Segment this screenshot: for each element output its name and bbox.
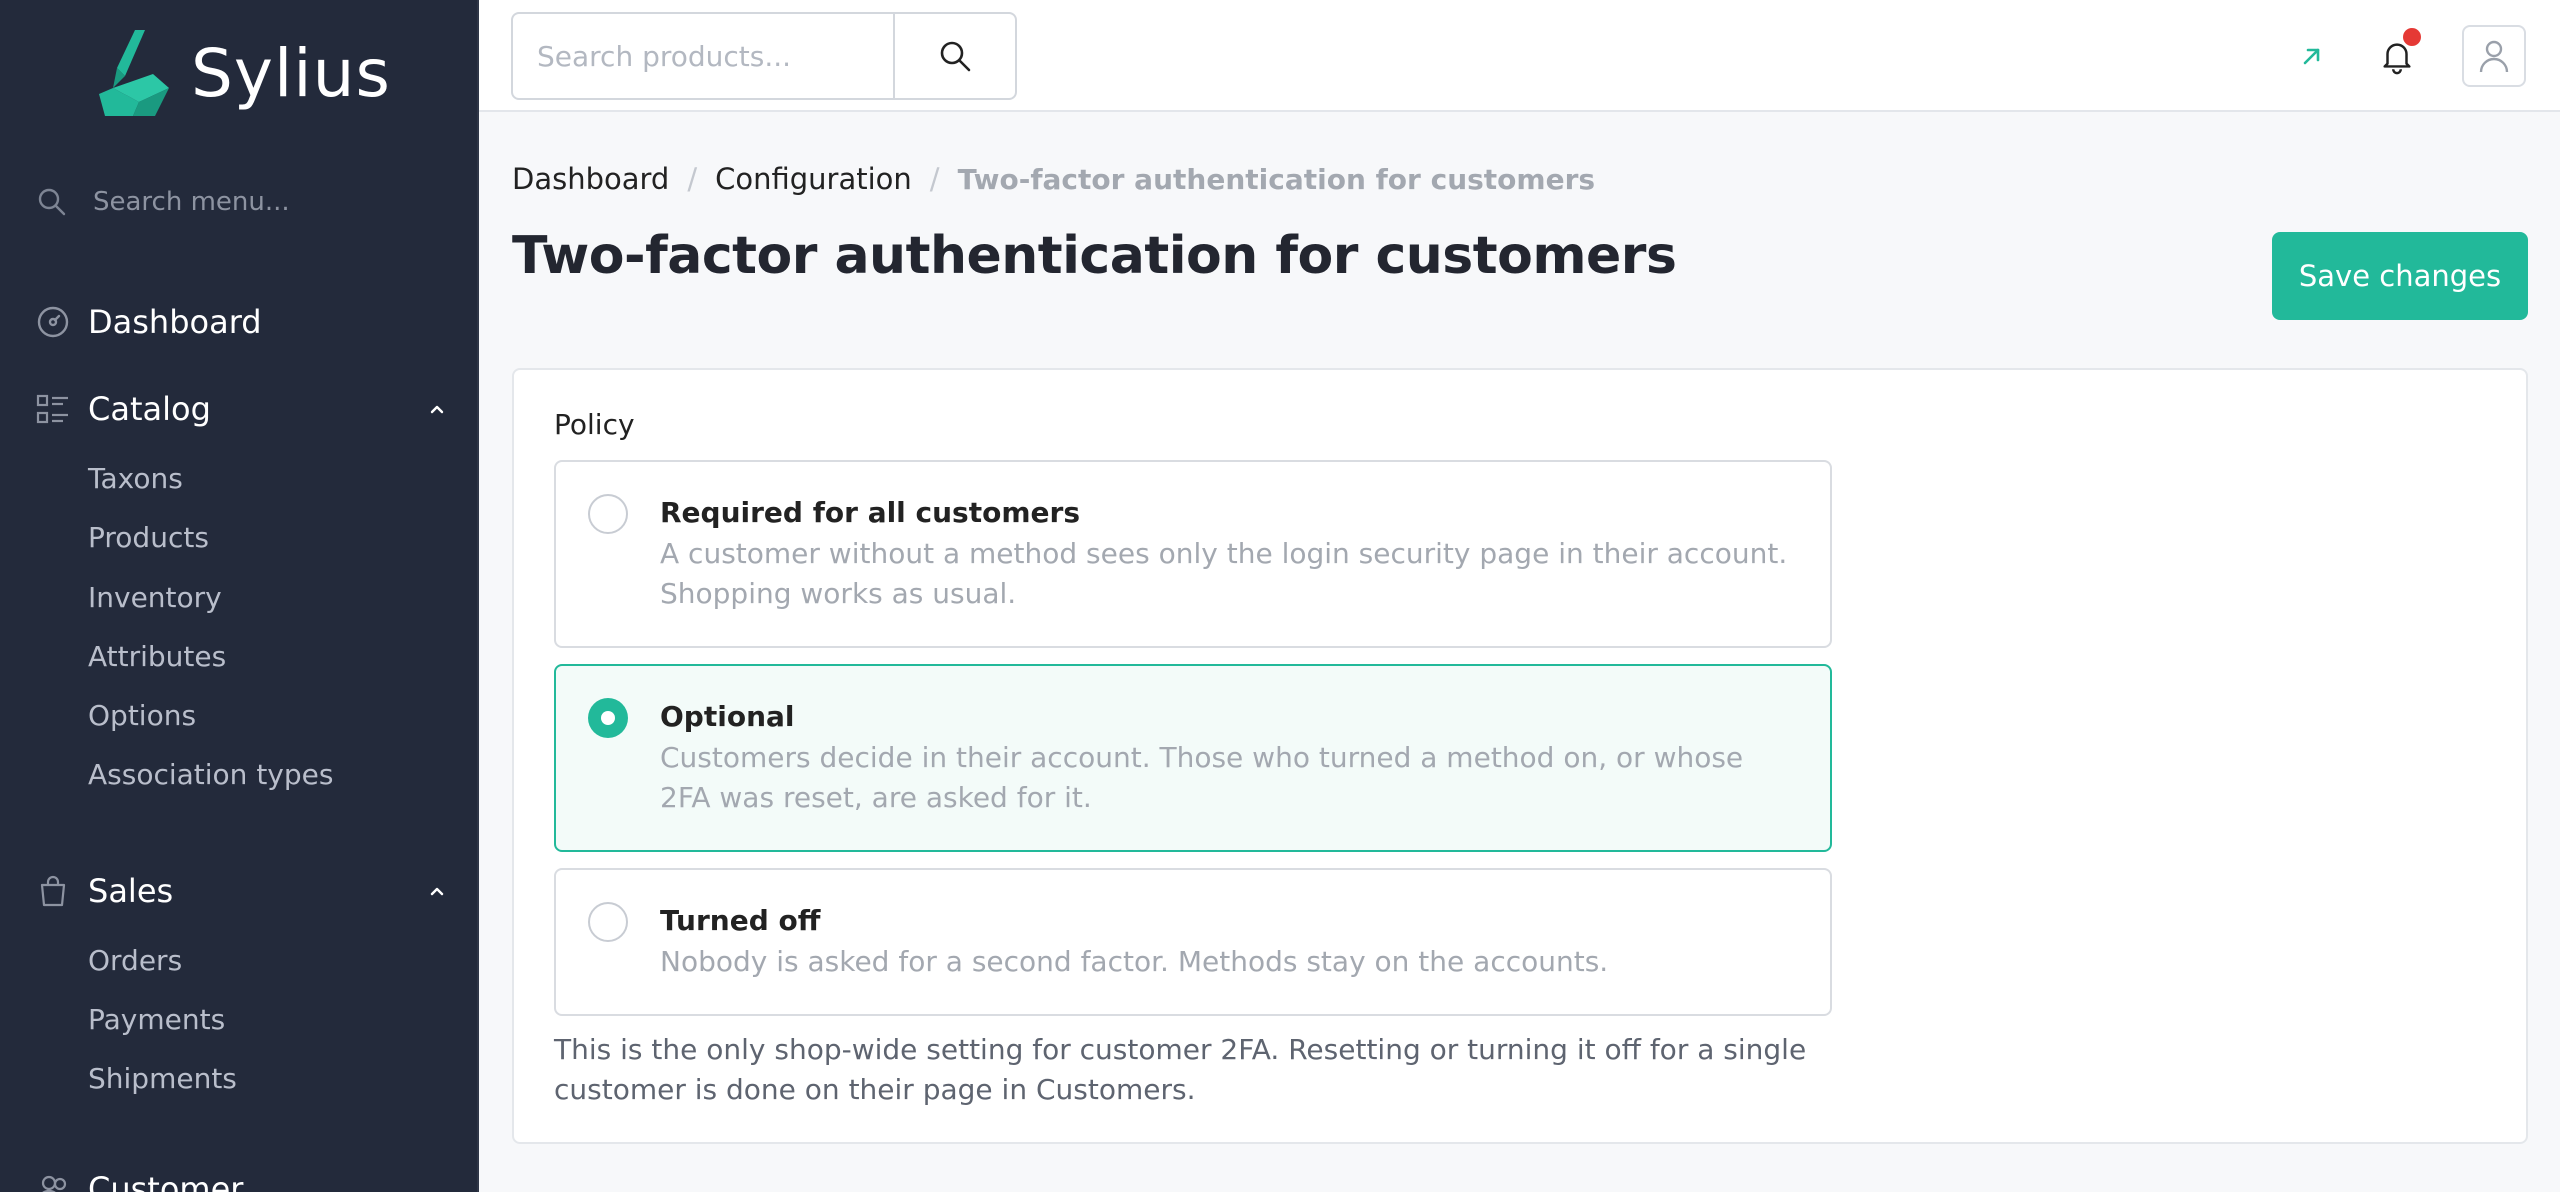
- sidebar-item-attributes[interactable]: Attributes: [88, 640, 226, 673]
- option-required[interactable]: Required for all customers A customer wi…: [554, 460, 1832, 648]
- breadcrumb-dashboard[interactable]: Dashboard: [512, 162, 669, 196]
- catalog-icon: [36, 392, 70, 426]
- option-turned-off[interactable]: Turned off Nobody is asked for a second …: [554, 868, 1832, 1016]
- user-icon: [2479, 40, 2509, 73]
- sidebar: Sylius Search menu... Dashboard Catalog …: [0, 0, 479, 1192]
- option-description: A customer without a method sees only th…: [660, 537, 1788, 610]
- breadcrumb-current: Two-factor authentication for customers: [957, 162, 1596, 196]
- policy-help-text: This is the only shop-wide setting for c…: [554, 1033, 1807, 1106]
- external-link-icon: [2303, 48, 2320, 65]
- sidebar-item-label: Sales: [88, 872, 174, 910]
- brand-name: Sylius: [191, 34, 391, 112]
- sidebar-item-label: Catalog: [88, 390, 211, 428]
- breadcrumb-configuration[interactable]: Configuration: [715, 162, 912, 196]
- open-store-button[interactable]: [2292, 36, 2332, 76]
- option-optional[interactable]: Optional Customers decide in their accou…: [554, 664, 1832, 852]
- sidebar-item-options[interactable]: Options: [88, 699, 196, 732]
- save-button[interactable]: Save changes: [2272, 232, 2528, 320]
- sidebar-item-taxons[interactable]: Taxons: [88, 462, 183, 495]
- dashboard-icon: [36, 305, 70, 339]
- sidebar-item-sales[interactable]: Sales: [36, 872, 447, 910]
- app-root: Sylius Search menu... Dashboard Catalog …: [0, 0, 2560, 1192]
- sidebar-item-shipments[interactable]: Shipments: [88, 1062, 237, 1095]
- sidebar-item-association-types[interactable]: Association types: [88, 758, 333, 791]
- breadcrumb-separator: /: [687, 162, 698, 196]
- brand-logo[interactable]: Sylius: [95, 28, 391, 118]
- sidebar-item-orders[interactable]: Orders: [88, 944, 182, 977]
- policy-card: Policy Required for all customers A cust…: [512, 368, 2528, 1144]
- sidebar-item-payments[interactable]: Payments: [88, 1003, 225, 1036]
- option-title: Optional: [660, 700, 795, 733]
- main-content: Dashboard / Configuration / Two-factor a…: [479, 0, 2560, 1192]
- sidebar-item-label: Customer: [88, 1170, 244, 1192]
- users-icon: [36, 1172, 70, 1192]
- radio-optional[interactable]: [588, 698, 628, 738]
- radio-turned-off[interactable]: [588, 902, 628, 942]
- chevron-up-icon[interactable]: [427, 881, 447, 901]
- search-icon: [940, 41, 971, 72]
- breadcrumb-separator: /: [929, 162, 940, 196]
- search-button[interactable]: [893, 14, 1015, 98]
- sidebar-item-products[interactable]: Products: [88, 521, 209, 554]
- radio-required[interactable]: [588, 494, 628, 534]
- sidebar-item-label: Dashboard: [88, 303, 262, 341]
- search-input[interactable]: [513, 14, 893, 98]
- shopping-bag-icon: [36, 874, 70, 908]
- sidebar-item-customers[interactable]: Customer: [36, 1170, 447, 1192]
- sidebar-item-inventory[interactable]: Inventory: [88, 581, 222, 614]
- option-title: Required for all customers: [660, 496, 1080, 529]
- chevron-up-icon[interactable]: [427, 399, 447, 419]
- policy-label: Policy: [554, 408, 635, 441]
- sylius-logo-icon: [99, 30, 169, 116]
- user-menu-button[interactable]: [2462, 25, 2526, 87]
- sidebar-item-catalog[interactable]: Catalog: [36, 390, 447, 428]
- search-icon: [38, 188, 66, 216]
- option-description: Nobody is asked for a second factor. Met…: [660, 945, 1609, 978]
- option-description: Customers decide in their account. Those…: [660, 741, 1744, 814]
- sidebar-item-dashboard[interactable]: Dashboard: [36, 303, 447, 341]
- option-title: Turned off: [660, 904, 821, 937]
- page-title: Two-factor authentication for customers: [512, 226, 1677, 286]
- notifications-button[interactable]: [2377, 28, 2421, 76]
- notification-badge: [2403, 28, 2421, 46]
- menu-search[interactable]: Search menu...: [36, 186, 290, 218]
- menu-search-placeholder: Search menu...: [93, 187, 290, 217]
- breadcrumb: Dashboard / Configuration / Two-factor a…: [512, 162, 1595, 196]
- product-search: [511, 12, 1017, 100]
- topbar: [479, 0, 2560, 112]
